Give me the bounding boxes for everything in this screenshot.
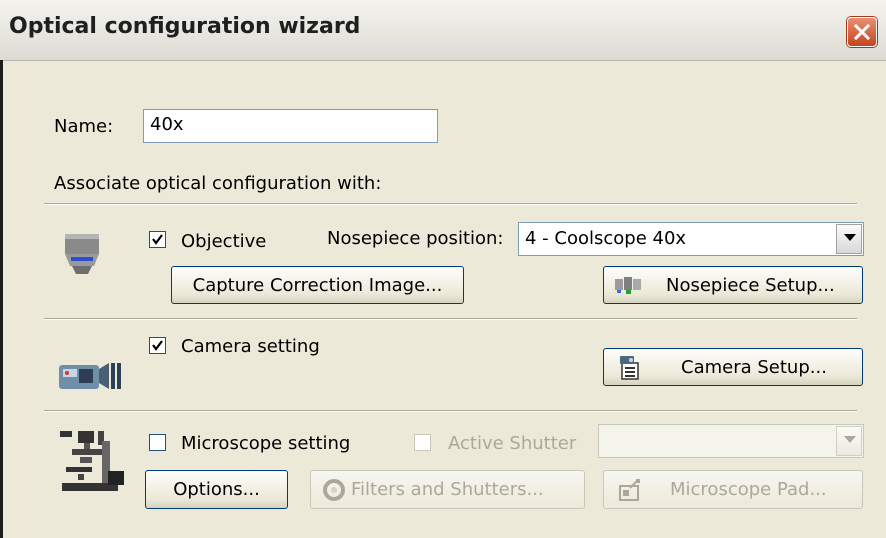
dialog-window: Optical configuration wizard Name: 40x A… [0, 0, 886, 538]
camera-setting-checkbox[interactable] [149, 337, 166, 354]
microscope-icon [60, 431, 124, 491]
microscope-pad-label: Microscope Pad... [670, 479, 827, 500]
active-shutter-select[interactable] [598, 424, 864, 458]
check-mark-icon [152, 234, 163, 245]
objective-checkbox[interactable] [149, 231, 166, 248]
separator [44, 318, 857, 320]
close-button[interactable] [847, 17, 877, 47]
capture-correction-image-label: Capture Correction Image... [192, 275, 443, 296]
close-icon [853, 23, 871, 41]
capture-correction-image-button[interactable]: Capture Correction Image... [171, 266, 464, 304]
microscope-setting-label: Microscope setting [181, 433, 351, 454]
dropdown-button[interactable] [836, 426, 862, 456]
microscope-pad-button[interactable]: Microscope Pad... [603, 470, 863, 509]
separator [44, 410, 857, 412]
camera-setting-label: Camera setting [181, 336, 320, 357]
filter-wheel-icon [323, 479, 345, 501]
video-camera-icon [59, 363, 121, 389]
nosepiece-position-select[interactable]: 4 - Coolscope 40x [518, 222, 864, 256]
options-label: Options... [173, 479, 260, 500]
nosepiece-setup-button[interactable]: Nosepiece Setup... [603, 266, 863, 304]
associate-label: Associate optical configuration with: [54, 173, 382, 194]
nosepiece-icon [615, 277, 641, 294]
objective-icon [65, 234, 99, 274]
name-label: Name: [54, 116, 114, 137]
camera-setup-label: Camera Setup... [681, 357, 827, 378]
dropdown-button[interactable] [836, 224, 862, 254]
separator [44, 203, 857, 205]
active-shutter-label: Active Shutter [448, 433, 577, 454]
nosepiece-position-label: Nosepiece position: [327, 228, 504, 249]
title-bar[interactable]: Optical configuration wizard [0, 0, 886, 61]
check-mark-icon [152, 340, 163, 351]
filters-and-shutters-label: Filters and Shutters... [351, 479, 544, 500]
microscope-setting-checkbox[interactable] [149, 434, 166, 451]
filters-and-shutters-button[interactable]: Filters and Shutters... [310, 470, 585, 509]
nosepiece-position-value: 4 - Coolscope 40x [525, 228, 687, 249]
microscope-pad-icon [619, 479, 640, 501]
camera-settings-icon [620, 356, 639, 380]
window-border [0, 60, 3, 538]
nosepiece-setup-label: Nosepiece Setup... [666, 275, 835, 296]
camera-setup-button[interactable]: Camera Setup... [603, 348, 863, 386]
objective-label: Objective [181, 231, 267, 252]
window-title: Optical configuration wizard [9, 14, 361, 39]
chevron-down-icon [844, 436, 856, 443]
chevron-down-icon [844, 234, 856, 241]
active-shutter-checkbox[interactable] [414, 434, 431, 451]
options-button[interactable]: Options... [145, 470, 288, 509]
name-input[interactable]: 40x [143, 109, 438, 143]
